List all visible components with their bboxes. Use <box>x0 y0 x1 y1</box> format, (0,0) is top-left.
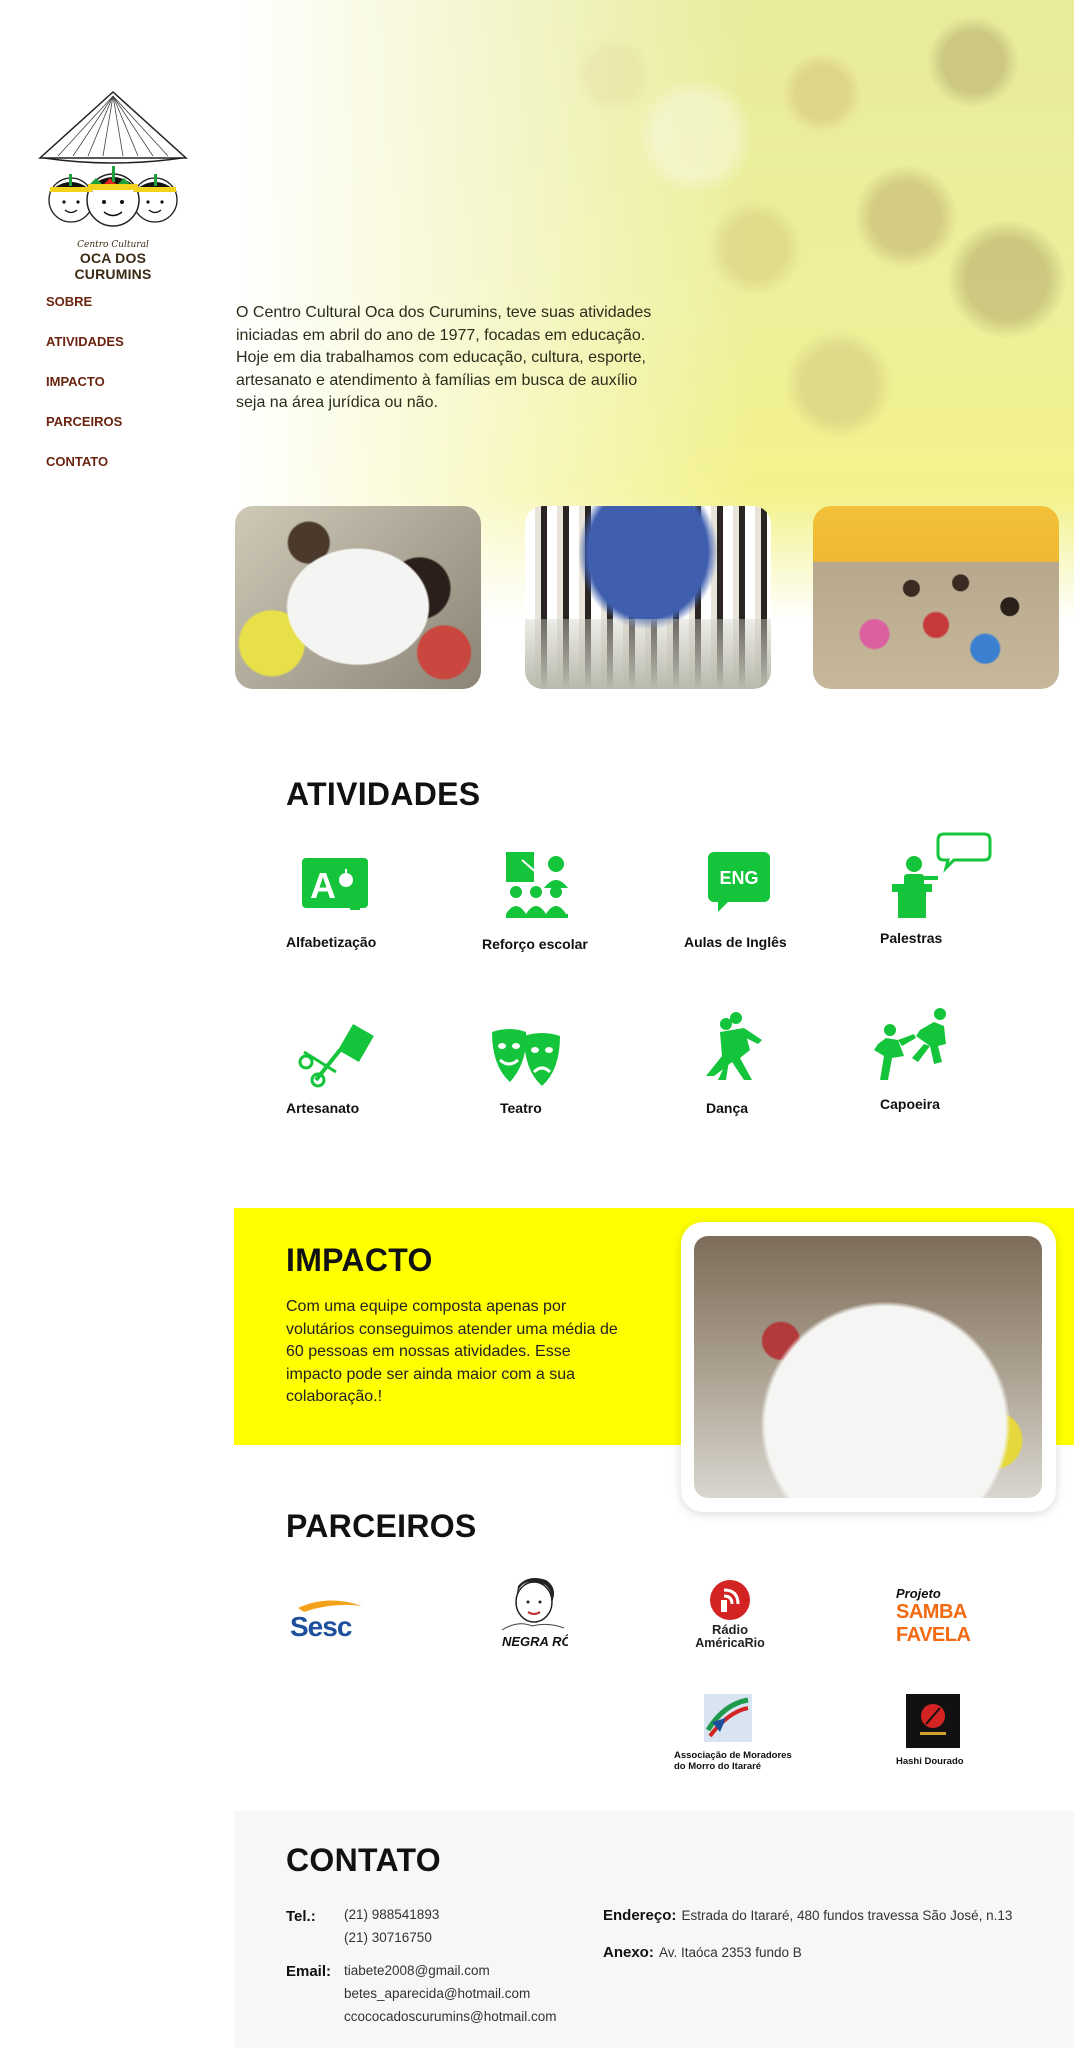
classroom-icon <box>506 852 568 918</box>
partner-associacao-moradores[interactable]: Associação de Moradores do Morro do Itar… <box>674 1694 804 1774</box>
activity-label: Capoeira <box>880 1096 940 1112</box>
activity-ingles: ENG Aulas de Inglês <box>684 848 834 978</box>
partner-radio-america-rio[interactable]: Rádio AméricaRio <box>684 1580 778 1650</box>
activity-danca: Dança <box>700 1008 850 1138</box>
impacto-photo-card <box>681 1222 1056 1512</box>
intro-text: O Centro Cultural Oca dos Curumins, teve… <box>236 304 652 411</box>
lecture-icon <box>892 832 992 918</box>
endereco-row: Endereço: Estrada do Itararé, 480 fundos… <box>603 1905 1012 1924</box>
svg-text:Sesc: Sesc <box>290 1611 352 1642</box>
svg-text:Rádio: Rádio <box>712 1622 748 1637</box>
photo-children-circle <box>813 506 1059 689</box>
phone-1[interactable]: (21) 988541893 <box>344 1903 439 1926</box>
activity-label: Palestras <box>880 930 943 946</box>
svg-text:NEGRA RÔ: NEGRA RÔ <box>502 1634 568 1649</box>
craft-icon <box>298 1024 374 1088</box>
sesc-logo-icon: Sesc <box>290 1600 362 1642</box>
activity-label: Alfabetização <box>286 934 377 950</box>
partner-hashi-dourado[interactable]: Hashi Dourado <box>896 1694 966 1774</box>
phone-2[interactable]: (21) 30716750 <box>344 1926 439 1949</box>
activity-teatro: Teatro <box>490 1016 640 1146</box>
activity-label: Dança <box>706 1100 749 1116</box>
nav-item-atividades[interactable]: ATIVIDADES <box>46 334 124 349</box>
hashi-dourado-label: Hashi Dourado <box>896 1756 964 1767</box>
activity-alfabetizacao: A Alfabetização <box>286 848 436 978</box>
hashi-dourado-logo-icon <box>906 1694 960 1748</box>
anexo-row: Anexo: Av. Itaóca 2353 fundo B <box>603 1942 802 1961</box>
endereco-value: Estrada do Itararé, 480 fundos travessa … <box>681 1908 1013 1923</box>
eng-text: ENG <box>719 868 758 888</box>
logo-title: OCA DOS CURUMINS <box>74 250 152 282</box>
capoeira-icon <box>874 1008 946 1080</box>
radio-america-logo-icon: Rádio AméricaRio <box>695 1580 765 1650</box>
impacto-photo <box>694 1236 1042 1498</box>
theater-masks-icon <box>492 1029 560 1086</box>
email-1[interactable]: tiabete2008@gmail.com <box>344 1959 557 1982</box>
anexo-label: Anexo: <box>603 1944 654 1961</box>
atividades-title: ATIVIDADES <box>286 776 481 812</box>
activity-label: Teatro <box>500 1100 542 1116</box>
photo-capoeira-roda <box>525 506 771 689</box>
dance-icon <box>706 1012 762 1080</box>
parceiros-title: PARCEIROS <box>286 1508 477 1544</box>
partner-negra-ro[interactable]: NEGRA RÔ <box>498 1578 572 1650</box>
nav-item-impacto[interactable]: IMPACTO <box>46 374 124 389</box>
svg-text:A: A <box>310 865 336 906</box>
activity-label: Artesanato <box>286 1100 360 1116</box>
samba-favela-title: SAMBA FAVELA <box>896 1601 971 1646</box>
endereco-label: Endereço: <box>603 1907 677 1924</box>
logo[interactable]: Centro Cultural OCA DOS CURUMINS <box>38 88 188 282</box>
hut-logo-icon <box>38 90 188 227</box>
logo-subtitle: Centro Cultural <box>77 240 149 250</box>
contato-title: CONTATO <box>286 1842 441 1878</box>
photo-children-game <box>235 506 481 689</box>
samba-favela-projeto: Projeto <box>896 1586 941 1601</box>
nav-item-parceiros[interactable]: PARCEIROS <box>46 414 124 429</box>
activity-label: Aulas de Inglês <box>684 934 787 950</box>
activity-artesanato: Artesanato <box>286 1016 436 1146</box>
nav-item-sobre[interactable]: SOBRE <box>46 294 124 309</box>
alphabet-icon: A <box>302 858 368 910</box>
side-nav: SOBRE ATIVIDADES IMPACTO PARCEIROS CONTA… <box>46 294 124 494</box>
partner-samba-favela[interactable]: Projeto SAMBA FAVELA <box>896 1586 1026 1646</box>
english-chat-icon: ENG <box>708 852 770 912</box>
associacao-line2: do Morro do Itararé <box>674 1761 762 1772</box>
impacto-title: IMPACTO <box>286 1242 433 1278</box>
activity-label: Reforço escolar <box>482 936 588 952</box>
partner-sesc[interactable]: Sesc <box>288 1596 368 1642</box>
activity-palestras: Palestras <box>880 830 1030 960</box>
associacao-logo-icon <box>704 1694 752 1742</box>
activity-reforco: Reforço escolar <box>482 848 632 978</box>
negra-ro-logo-icon: NEGRA RÔ <box>501 1578 572 1649</box>
tel-label: Tel.: <box>286 1908 316 1925</box>
associacao-line1: Associação de Moradores <box>674 1750 792 1761</box>
phone-list: (21) 988541893 (21) 30716750 <box>344 1903 439 1949</box>
anexo-value: Av. Itaóca 2353 fundo B <box>658 1945 802 1960</box>
email-3[interactable]: ccococadoscurumins@hotmail.com <box>344 2005 557 2028</box>
email-label: Email: <box>286 1963 332 1980</box>
impacto-text: Com uma equipe composta apenas por volut… <box>286 1298 618 1405</box>
nav-item-contato[interactable]: CONTATO <box>46 454 124 469</box>
email-2[interactable]: betes_aparecida@hotmail.com <box>344 1982 557 2005</box>
svg-text:AméricaRio: AméricaRio <box>695 1636 765 1650</box>
email-list: tiabete2008@gmail.com betes_aparecida@ho… <box>344 1959 557 2028</box>
activity-capoeira: Capoeira <box>870 1006 1020 1136</box>
